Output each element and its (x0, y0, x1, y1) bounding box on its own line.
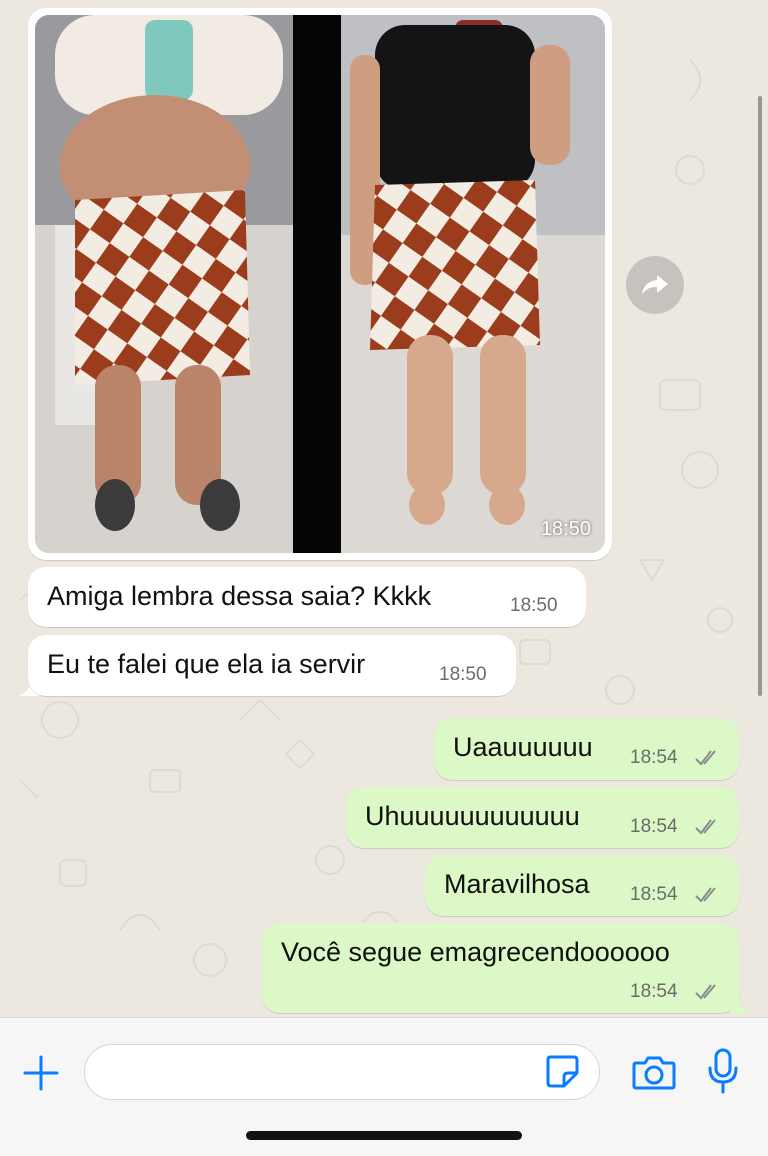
read-ticks-icon (695, 750, 716, 766)
camera-icon[interactable] (632, 1053, 676, 1091)
message-text: Eu te falei que ela ia servir (47, 649, 366, 679)
message-composer (0, 1017, 768, 1156)
incoming-message[interactable]: Amiga lembra dessa saia? Kkkk 18:50 (28, 567, 586, 627)
photo-attachment[interactable]: 18:50 (35, 15, 605, 553)
photo-illustration (35, 15, 605, 553)
mic-icon[interactable] (706, 1048, 740, 1094)
chat-scrollbar[interactable] (758, 96, 762, 696)
forward-button[interactable] (626, 256, 684, 314)
bubble-tail (730, 993, 752, 1013)
message-time: 18:54 (630, 884, 678, 905)
message-text: Uhuuuuuuuuuuuu (365, 801, 580, 831)
message-time: 18:50 (510, 595, 558, 616)
forward-icon (642, 275, 668, 295)
message-text: Amiga lembra dessa saia? Kkkk (47, 581, 432, 611)
message-time: 18:50 (540, 518, 591, 540)
incoming-message[interactable]: Eu te falei que ela ia servir 18:50 (28, 635, 516, 696)
image-message[interactable]: 18:50 (28, 8, 612, 560)
outgoing-message[interactable]: Uhuuuuuuuuuuuu 18:54 (346, 787, 739, 848)
read-ticks-icon (695, 984, 716, 1000)
message-time: 18:54 (630, 981, 678, 1002)
message-time: 18:54 (630, 747, 678, 768)
read-ticks-icon (695, 887, 716, 903)
message-text: Você segue emagrecendoooooo (281, 937, 670, 967)
message-time: 18:50 (439, 664, 487, 685)
message-input[interactable] (84, 1044, 600, 1100)
plus-icon[interactable] (22, 1054, 60, 1092)
message-text: Maravilhosa (444, 869, 590, 899)
message-text: Uaauuuuuu (453, 732, 593, 762)
home-indicator (246, 1131, 522, 1140)
message-time: 18:54 (630, 816, 678, 837)
outgoing-message[interactable]: Você segue emagrecendoooooo 18:54 (262, 923, 739, 1013)
outgoing-message[interactable]: Maravilhosa 18:54 (425, 855, 739, 916)
sticker-icon[interactable] (544, 1053, 580, 1089)
read-ticks-icon (695, 819, 716, 835)
outgoing-message[interactable]: Uaauuuuuu 18:54 (434, 718, 739, 780)
